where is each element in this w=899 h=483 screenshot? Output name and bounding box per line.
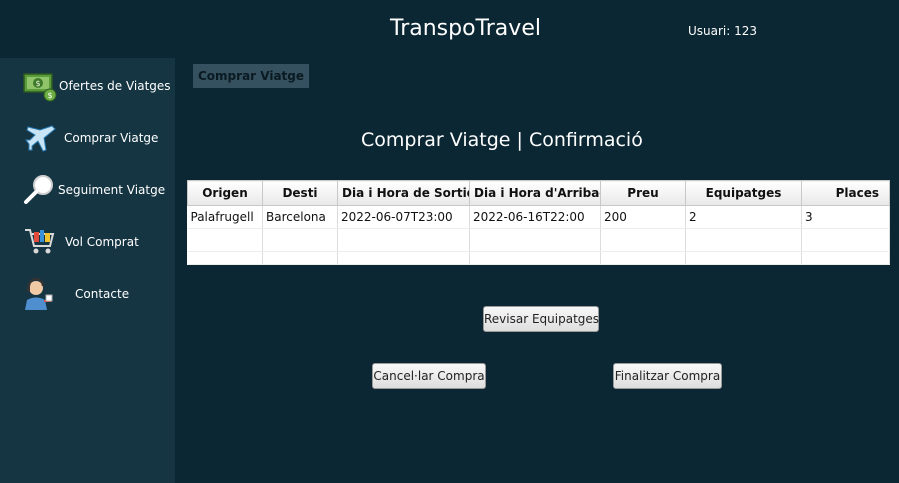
table-cell[interactable] xyxy=(801,228,890,252)
table-cell[interactable] xyxy=(469,251,601,265)
column-header[interactable]: Dia i Hora de Sortida xyxy=(337,180,470,206)
sidebar-item-ofertes[interactable]: $ $ Ofertes de Viatges xyxy=(0,64,175,108)
app-title: TranspoTravel xyxy=(390,16,541,41)
svg-text:$: $ xyxy=(47,91,52,100)
table-row-empty[interactable] xyxy=(187,228,890,252)
table-cell[interactable] xyxy=(337,251,470,265)
svg-text:$: $ xyxy=(35,79,40,88)
app-header: TranspoTravel Usuari: 123 xyxy=(0,0,899,58)
column-header[interactable]: Preu xyxy=(600,180,686,206)
table-cell[interactable] xyxy=(600,228,686,252)
purchase-table: Origen Desti Dia i Hora de Sortida Dia i… xyxy=(187,180,890,265)
table-cell[interactable]: Palafrugell xyxy=(187,205,263,229)
table-cell[interactable] xyxy=(337,228,470,252)
sidebar-item-label: Seguiment Viatge xyxy=(58,183,166,197)
table-cell[interactable] xyxy=(187,228,263,252)
magnifier-icon xyxy=(24,175,53,204)
sidebar: $ $ Ofertes de Viatges Comprar Viatge Se… xyxy=(0,58,175,483)
table-cell[interactable] xyxy=(187,251,263,265)
sidebar-item-label: Contacte xyxy=(75,287,130,301)
money-icon: $ $ xyxy=(23,73,57,102)
shopping-cart-icon xyxy=(25,229,55,254)
table-cell[interactable] xyxy=(685,251,802,265)
table-cell[interactable]: 2022-06-16T22:00 xyxy=(469,205,601,229)
page-title: Comprar Viatge | Confirmació xyxy=(361,129,643,151)
table-cell[interactable]: 2 xyxy=(685,205,802,229)
sidebar-item-label: Comprar Viatge xyxy=(64,131,159,145)
table-cell[interactable]: 2022-06-07T23:00 xyxy=(337,205,470,229)
support-agent-icon xyxy=(25,277,53,310)
table-row[interactable]: Palafrugell Barcelona 2022-06-07T23:00 2… xyxy=(187,205,890,229)
sidebar-item-comprar[interactable]: Comprar Viatge xyxy=(0,116,175,160)
finish-purchase-button[interactable]: Finalitzar Compra xyxy=(613,363,722,389)
table-cell[interactable]: Barcelona xyxy=(262,205,338,229)
sidebar-item-contacte[interactable]: Contacte xyxy=(0,272,175,316)
breadcrumb: Comprar Viatge xyxy=(193,64,310,88)
table-cell[interactable] xyxy=(469,228,601,252)
cancel-purchase-button[interactable]: Cancel·lar Compra xyxy=(372,363,486,389)
column-header[interactable]: Equipatges xyxy=(685,180,802,206)
main-panel xyxy=(175,58,899,483)
column-header[interactable]: Dia i Hora d'Arribada xyxy=(469,180,601,206)
table-cell[interactable]: 3 xyxy=(801,205,890,229)
table-cell[interactable] xyxy=(801,251,890,265)
review-luggage-button[interactable]: Revisar Equipatges xyxy=(483,306,599,332)
sidebar-item-vol-comprat[interactable]: Vol Comprat xyxy=(0,220,175,264)
column-header[interactable]: Places xyxy=(801,180,890,206)
column-header[interactable]: Desti xyxy=(262,180,338,206)
sidebar-item-label: Ofertes de Viatges xyxy=(59,79,171,93)
column-header[interactable]: Origen xyxy=(187,180,263,206)
table-cell[interactable] xyxy=(600,251,686,265)
table-cell[interactable] xyxy=(262,228,338,252)
table-cell[interactable] xyxy=(685,228,802,252)
table-row-empty[interactable] xyxy=(187,251,890,265)
sidebar-item-label: Vol Comprat xyxy=(65,235,139,249)
table-header-row: Origen Desti Dia i Hora de Sortida Dia i… xyxy=(187,180,890,206)
sidebar-item-seguiment[interactable]: Seguiment Viatge xyxy=(0,168,175,212)
table-cell[interactable] xyxy=(262,251,338,265)
user-label: Usuari: 123 xyxy=(688,24,758,38)
airplane-icon xyxy=(25,125,56,152)
table-cell[interactable]: 200 xyxy=(600,205,686,229)
